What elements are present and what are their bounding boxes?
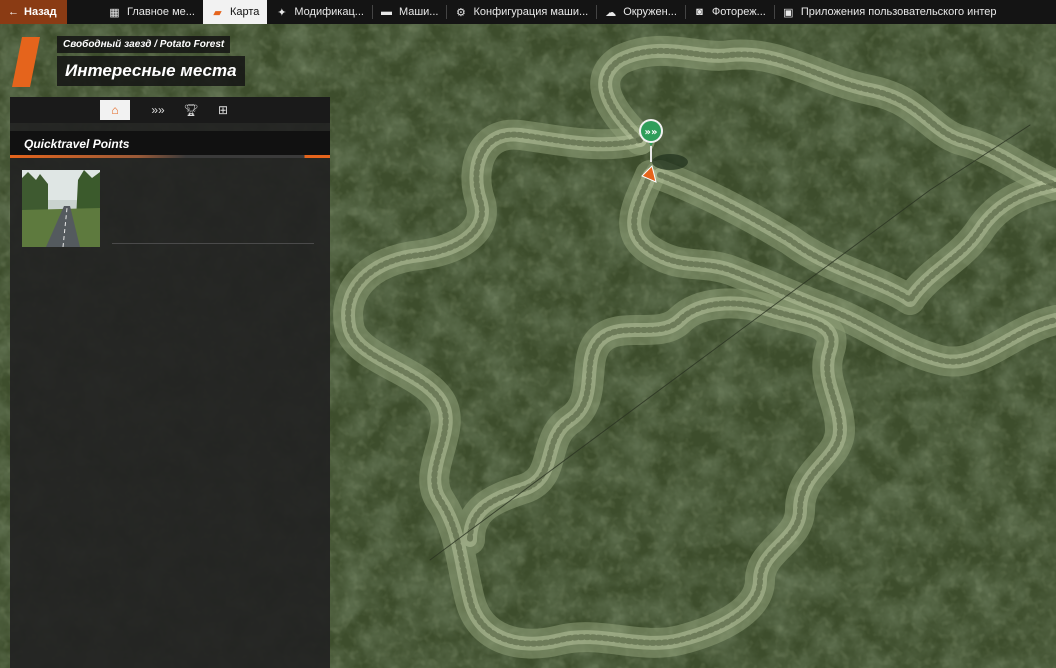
puzzle-icon: ✦ — [277, 6, 287, 19]
car-icon: ▬ — [380, 6, 392, 18]
tab-main-menu[interactable]: ▦ Главное ме... — [100, 0, 203, 24]
tab-photo-mode[interactable]: ◙ Фотореж... — [684, 0, 774, 24]
list-item-divider — [112, 243, 314, 244]
page-title: Интересные места — [57, 56, 245, 86]
quicktravel-list-item[interactable] — [22, 170, 314, 247]
tab-label: Фотореж... — [711, 6, 766, 18]
tab-vehicles[interactable]: ▬ Маши... — [371, 0, 447, 24]
map-icon: ▰ — [213, 6, 222, 19]
tab-mods[interactable]: ✦ Модификац... — [267, 0, 372, 24]
breadcrumb: Свободный заезд / Potato Forest — [57, 36, 231, 53]
tab-map[interactable]: ▰ Карта — [202, 0, 268, 24]
tab-environment[interactable]: ☁ Окружен... — [596, 0, 685, 24]
dashboard-icon: ▦ — [109, 6, 120, 19]
chevrons-icon: »» — [151, 103, 165, 117]
tab-label: Модификац... — [294, 6, 364, 18]
back-label: Назад — [24, 6, 57, 18]
top-navigation-bar: ← Назад ▦ Главное ме... ▰ Карта ✦ Модифи… — [0, 0, 1056, 24]
panel-tab-bar: ⌂ »» 🏆︎ ⊞ — [10, 97, 330, 123]
points-of-interest-panel: ⌂ »» 🏆︎ ⊞ Quicktravel Points — [10, 97, 330, 668]
back-button[interactable]: ← Назад — [0, 0, 67, 24]
section-header: Quicktravel Points — [10, 131, 330, 157]
tab-label: Главное ме... — [127, 6, 195, 18]
add-marker-icon: ⊞ — [217, 103, 229, 117]
svg-text:»»: »» — [645, 127, 658, 138]
tab-label: Маши... — [398, 6, 439, 18]
tab-label: Конфигурация маши... — [473, 6, 589, 18]
tab-label: Карта — [229, 6, 260, 18]
brand-slash-icon — [12, 37, 40, 87]
trophy-icon: 🏆︎ — [183, 103, 199, 117]
tab-custom-markers[interactable]: ⊞ — [208, 100, 238, 120]
tab-ui-apps[interactable]: ▣ Приложения пользовательского интер — [773, 0, 1005, 24]
engine-icon: ⚙ — [456, 6, 466, 19]
section-title: Quicktravel Points — [24, 137, 130, 151]
apps-icon: ▣ — [783, 6, 794, 19]
camera-icon: ◙ — [696, 6, 703, 18]
tab-quicktravel[interactable]: »» — [143, 100, 173, 120]
arrow-left-icon: ← — [8, 6, 19, 18]
section-underline — [10, 155, 330, 158]
weather-icon: ☁ — [605, 6, 617, 19]
location-icon: ⌂ — [111, 103, 119, 117]
tab-label: Приложения пользовательского интер — [800, 6, 997, 18]
tab-challenges[interactable]: 🏆︎ — [176, 100, 206, 120]
tab-vehicle-config[interactable]: ⚙ Конфигурация маши... — [446, 0, 596, 24]
tab-locations[interactable]: ⌂ — [100, 100, 130, 120]
forest-road-thumbnail — [22, 170, 100, 247]
tab-label: Окружен... — [623, 6, 677, 18]
